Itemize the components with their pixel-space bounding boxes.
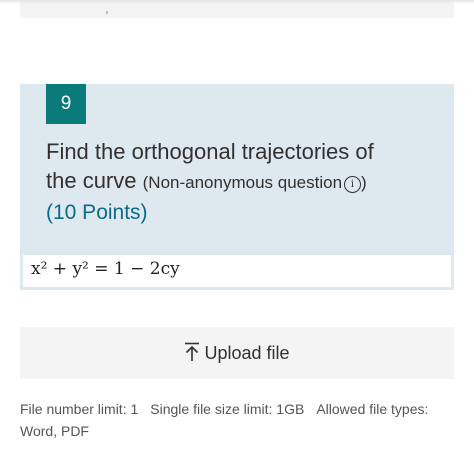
form-page: 9 Find the orthogonal trajectories of th… xyxy=(0,0,474,450)
file-size-limit: Single file size limit: 1GB xyxy=(150,401,305,417)
upload-file-button[interactable]: Upload file xyxy=(20,327,454,379)
formula-box: x² + y² = 1 − 2cy xyxy=(23,255,451,287)
question-subtitle-close: ) xyxy=(361,173,367,192)
previous-question-fragment xyxy=(106,11,108,14)
question-points: (10 Points) xyxy=(46,201,148,224)
formula: x² + y² = 1 − 2cy xyxy=(31,259,180,279)
info-icon[interactable]: i xyxy=(344,176,362,193)
question-number-badge: 9 xyxy=(46,84,86,124)
header-shadow xyxy=(0,0,474,4)
question-title: Find the orthogonal trajectories of the … xyxy=(46,137,426,227)
question-title-line1: Find the orthogonal trajectories of xyxy=(46,139,374,164)
upload-arrow-icon xyxy=(184,330,200,382)
file-number-limit: File number limit: 1 xyxy=(20,401,139,417)
upload-limits: File number limit: 1 Single file size lim… xyxy=(20,398,460,442)
question-subtitle-text: (Non-anonymous question xyxy=(142,173,343,192)
question-title-line2: the curve xyxy=(46,168,137,193)
upload-file-label: Upload file xyxy=(204,343,290,363)
question-subtitle: (Non-anonymous question i) xyxy=(142,173,367,193)
question-card: 9 Find the orthogonal trajectories of th… xyxy=(20,84,454,290)
